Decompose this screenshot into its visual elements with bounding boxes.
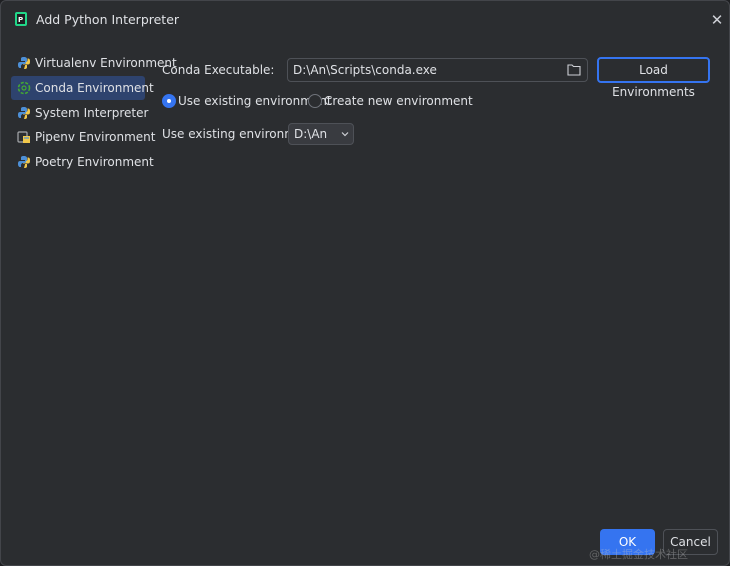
title-bar: P Add Python Interpreter ✕ (1, 1, 729, 39)
use-existing-radio-option[interactable]: Use existing environment (162, 93, 332, 111)
interpreter-type-list: Virtualenv Environment Conda Environment… (11, 51, 177, 175)
create-new-radio-label: Create new environment (324, 94, 473, 108)
svg-text:P: P (18, 16, 23, 24)
conda-icon (17, 81, 31, 95)
create-new-radio[interactable] (308, 94, 322, 108)
close-icon: ✕ (710, 11, 724, 29)
browse-folder-icon[interactable] (567, 63, 581, 76)
sidebar-item-label: Conda Environment (35, 80, 154, 95)
close-button[interactable]: ✕ (708, 11, 726, 29)
sidebar-item-virtualenv[interactable]: Virtualenv Environment (11, 51, 177, 75)
conda-executable-field[interactable]: D:\An\Scripts\conda.exe (287, 58, 588, 82)
pycharm-app-icon: P (15, 12, 27, 26)
pipenv-icon (17, 131, 30, 144)
sidebar-item-label: System Interpreter (35, 105, 149, 120)
sidebar-item-conda[interactable]: Conda Environment (11, 75, 154, 100)
existing-environment-value: D:\An (294, 127, 328, 141)
watermark-text: @稀土掘金技术社区 (589, 548, 688, 561)
sidebar-item-pipenv[interactable]: Pipenv Environment (11, 125, 155, 149)
sidebar-item-label: Pipenv Environment (35, 130, 156, 145)
poetry-icon (18, 156, 30, 169)
sidebar-item-system-interpreter[interactable]: System Interpreter (11, 101, 149, 125)
conda-executable-value: D:\An\Scripts\conda.exe (293, 63, 437, 77)
existing-environment-dropdown[interactable]: D:\An (288, 123, 354, 145)
conda-executable-label: Conda Executable: (162, 63, 275, 77)
chevron-down-icon (341, 132, 349, 137)
sidebar-item-label: Poetry Environment (35, 155, 154, 170)
sidebar-item-poetry[interactable]: Poetry Environment (11, 150, 154, 174)
window-title: Add Python Interpreter (36, 12, 180, 27)
add-python-interpreter-dialog: P Add Python Interpreter ✕ Virtualenv En… (0, 0, 730, 566)
load-environments-button[interactable]: Load Environments (597, 57, 710, 99)
sidebar-item-label: Virtualenv Environment (35, 56, 177, 70)
virtualenv-icon (18, 57, 30, 69)
create-new-radio-option[interactable]: Create new environment (308, 93, 473, 111)
use-existing-radio[interactable] (162, 94, 176, 108)
python-icon (18, 106, 30, 119)
